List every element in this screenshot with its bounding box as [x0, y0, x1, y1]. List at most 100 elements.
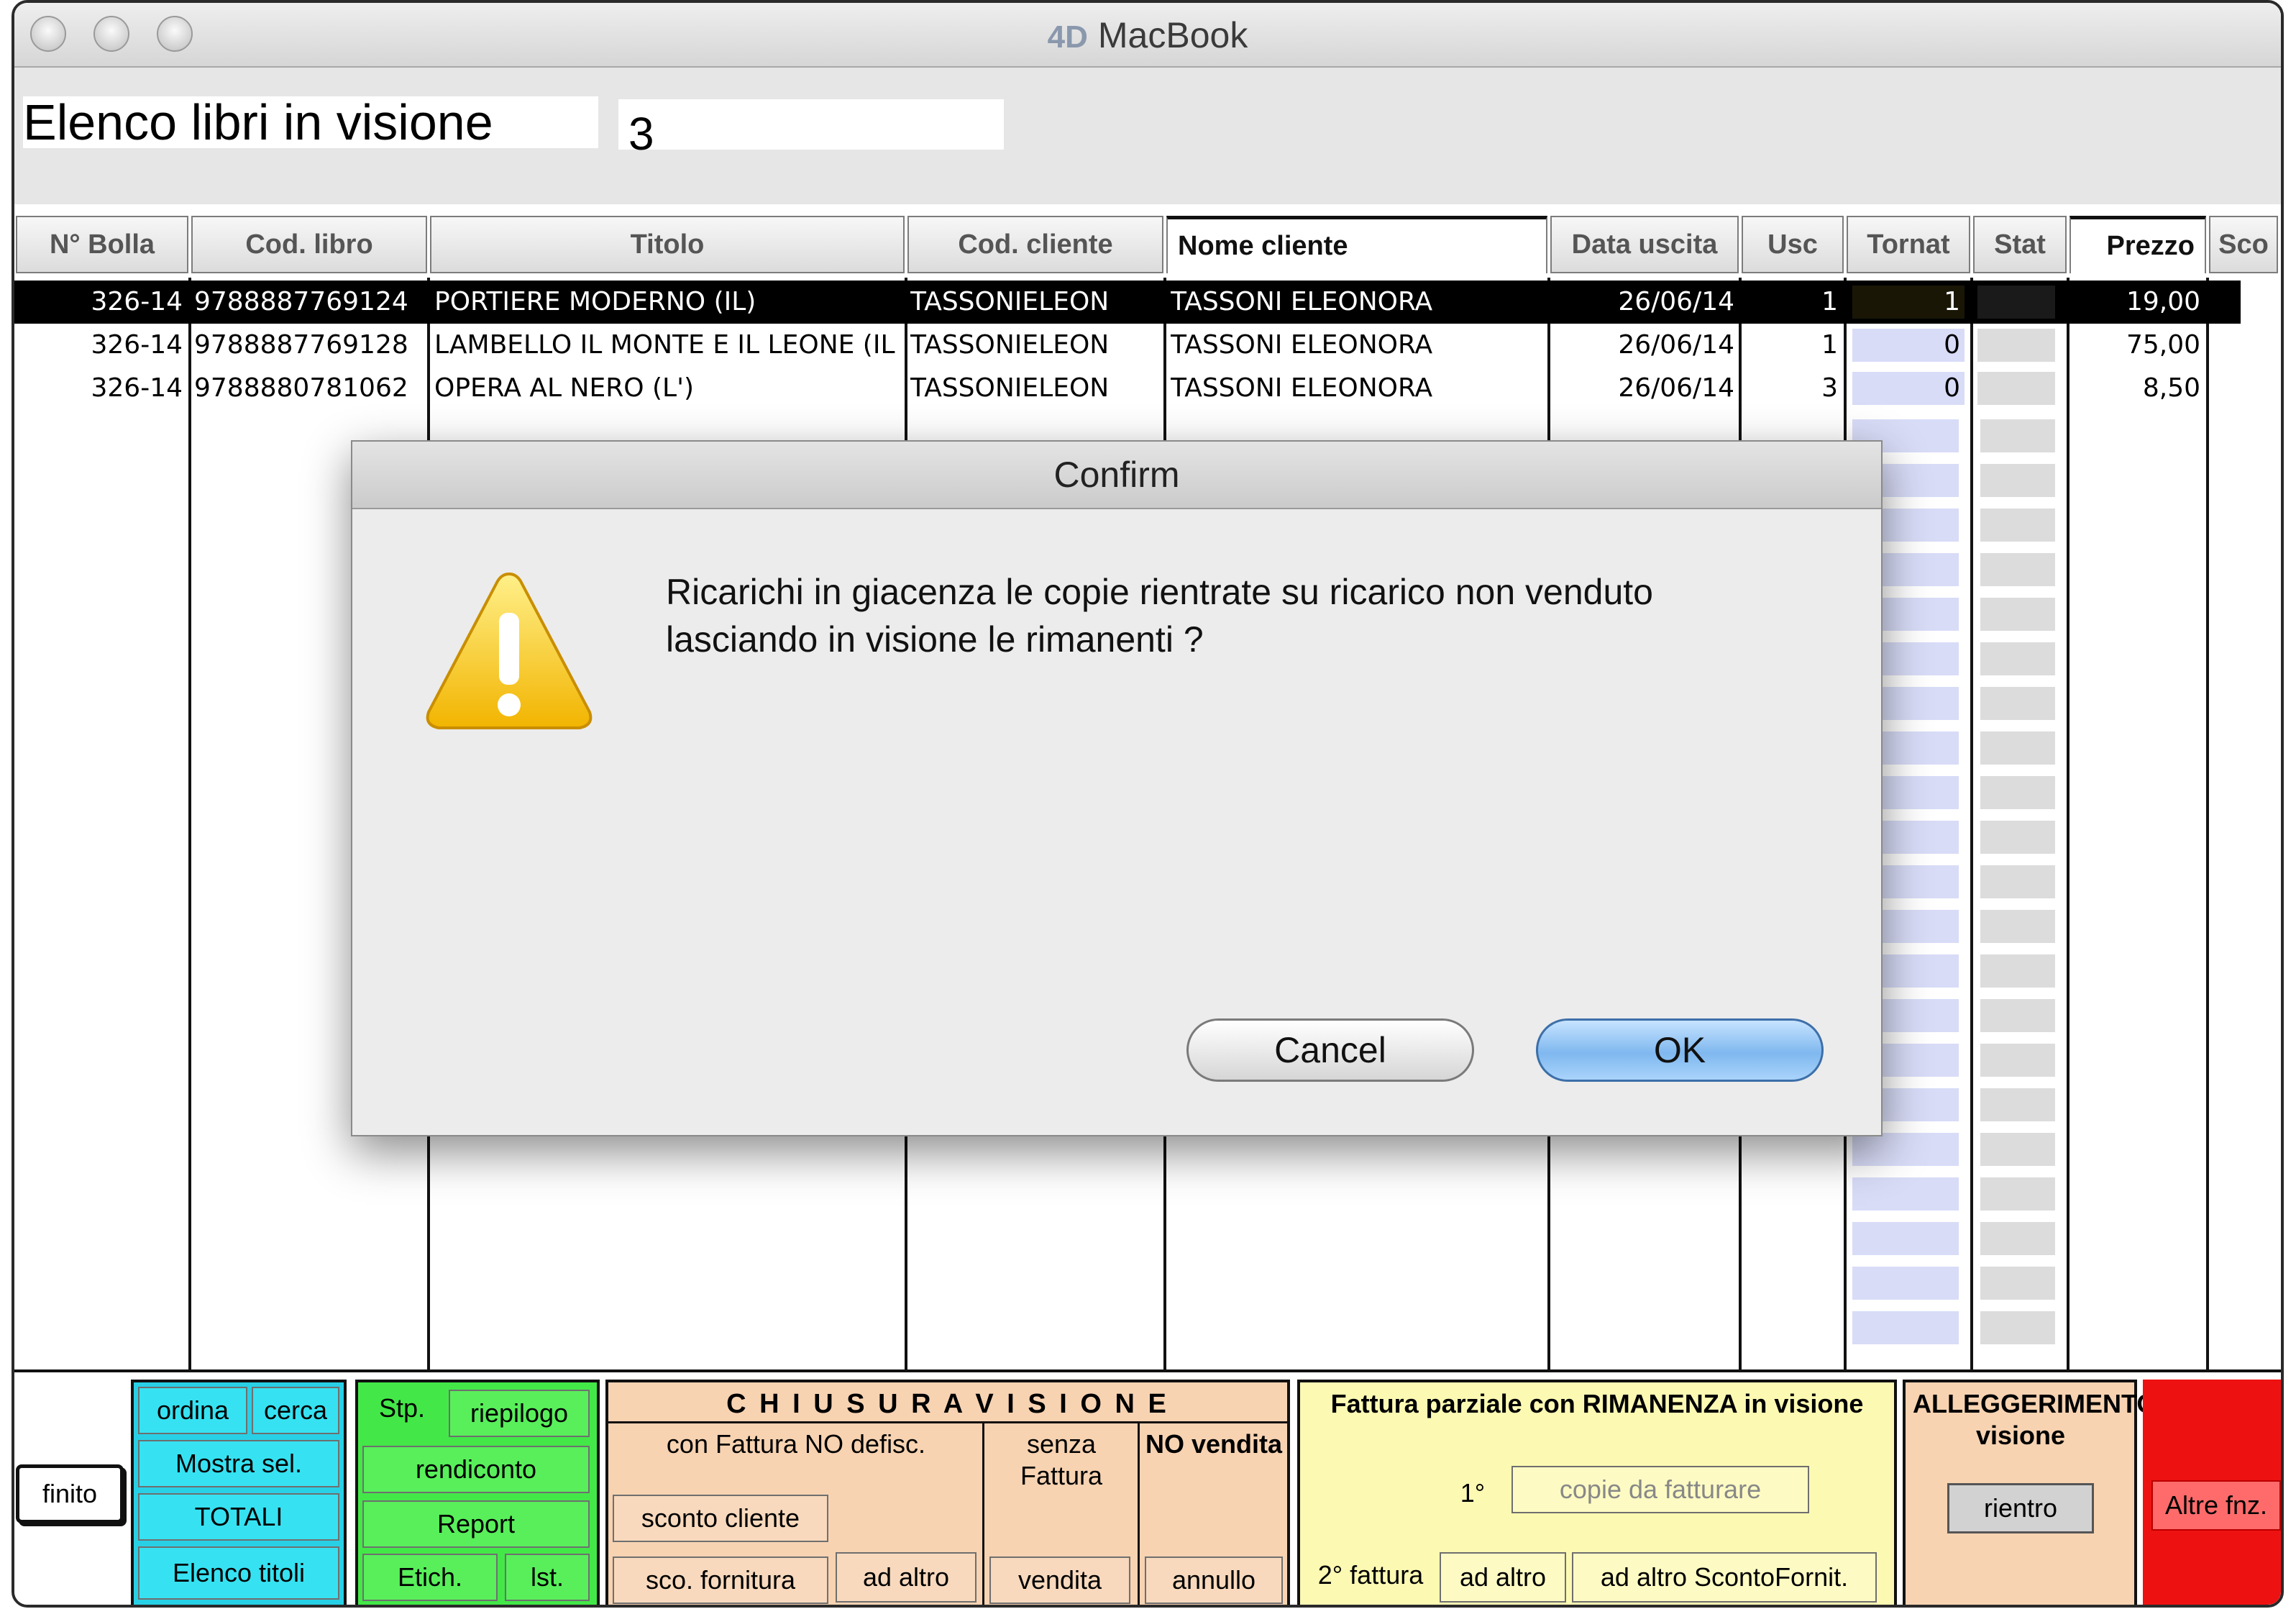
- ad-altro-sconto-fornit-button[interactable]: ad altro ScontoFornit.: [1572, 1552, 1877, 1603]
- copie-da-fatturare-field[interactable]: copie da fatturare: [1511, 1466, 1809, 1513]
- record-count-field[interactable]: 3: [618, 99, 1004, 160]
- stat-empty-field[interactable]: [1980, 731, 2055, 765]
- stat-empty-field[interactable]: [1980, 642, 2055, 675]
- totali-button[interactable]: TOTALI: [138, 1493, 339, 1541]
- table-row[interactable]: 326-14 9788887769124 PORTIERE MODERNO (I…: [14, 281, 2241, 324]
- stat-empty-field[interactable]: [1980, 553, 2055, 586]
- title-bar: 4D MacBook: [14, 3, 2281, 68]
- column-header-sco[interactable]: Sco: [2209, 216, 2278, 273]
- stat-empty-field[interactable]: [1980, 1311, 2055, 1344]
- alleggerimento-title: ALLEGGERIMENTO visione: [1913, 1389, 2157, 1450]
- stat-empty-field[interactable]: [1980, 464, 2055, 497]
- stat-empty-field[interactable]: [1980, 598, 2055, 631]
- stat-empty-field[interactable]: [1980, 954, 2055, 988]
- finito-button[interactable]: finito: [16, 1464, 124, 1523]
- cancel-button[interactable]: Cancel: [1186, 1018, 1474, 1082]
- column-header-cod-cliente[interactable]: Cod. cliente: [907, 216, 1163, 273]
- cell-data-uscita: 26/06/14: [1618, 287, 1734, 316]
- ad-altro-button[interactable]: ad altro: [836, 1552, 977, 1603]
- stat-empty-field[interactable]: [1980, 419, 2055, 452]
- column-header-bolla[interactable]: N° Bolla: [16, 216, 188, 273]
- cell-cod-cliente: TASSONIELEON: [910, 330, 1110, 360]
- elenco-titoli-button[interactable]: Elenco titoli: [138, 1546, 339, 1600]
- table-row[interactable]: 326-14 9788880781062 OPERA AL NERO (L') …: [14, 367, 2241, 410]
- tornat-empty-field[interactable]: [1852, 1222, 1959, 1255]
- column-header-data-uscita[interactable]: Data uscita: [1550, 216, 1739, 273]
- app-logo-icon: 4D: [1047, 19, 1088, 55]
- dialog-title: Confirm: [352, 442, 1881, 509]
- column-header-prezzo[interactable]: Prezzo: [2069, 216, 2206, 273]
- stat-empty-field[interactable]: [1980, 509, 2055, 542]
- sconto-cliente-button[interactable]: sconto cliente: [613, 1495, 828, 1542]
- stat-empty-field[interactable]: [1980, 776, 2055, 809]
- second-fattura-label: 2° fattura: [1317, 1560, 1424, 1590]
- cell-cod-libro: 9788887769124: [194, 287, 408, 316]
- cell-stat[interactable]: [1977, 372, 2055, 405]
- stat-empty-field[interactable]: [1980, 1267, 2055, 1300]
- cell-prezzo: 75,00: [2126, 330, 2200, 360]
- window-title: 4D MacBook: [14, 14, 2281, 56]
- column-header-stat[interactable]: Stat: [1973, 216, 2067, 273]
- bottom-toolbar: finito ordina cerca Mostra sel. TOTALI E…: [14, 1369, 2281, 1605]
- stat-empty-field[interactable]: [1980, 1222, 2055, 1255]
- list-header: Elenco libri in visione 3: [14, 68, 2281, 204]
- cell-titolo: LAMBELLO IL MONTE E IL LEONE (IL: [434, 330, 895, 360]
- stat-empty-field[interactable]: [1980, 1044, 2055, 1077]
- senza-fattura-label: senza Fattura: [1020, 1429, 1103, 1490]
- cell-tornat-input[interactable]: 0: [1852, 372, 1965, 405]
- stat-empty-field[interactable]: [1980, 1088, 2055, 1121]
- stat-empty-field[interactable]: [1980, 999, 2055, 1032]
- riepilogo-button[interactable]: riepilogo: [449, 1390, 590, 1437]
- altre-funzioni-group: Altre fnz.: [2143, 1380, 2281, 1605]
- cell-tornat-input[interactable]: 1: [1852, 286, 1965, 319]
- cell-tornat-input[interactable]: 0: [1852, 329, 1965, 362]
- stat-empty-field[interactable]: [1980, 821, 2055, 854]
- sco-fornitura-button[interactable]: sco. fornitura: [613, 1556, 828, 1604]
- tornat-empty-field[interactable]: [1852, 1133, 1959, 1166]
- annullo-button[interactable]: annullo: [1145, 1556, 1283, 1604]
- column-header-titolo[interactable]: Titolo: [430, 216, 905, 273]
- etichette-button[interactable]: Etich.: [362, 1554, 498, 1601]
- dialog-message: Ricarichi in giacenza le copie rientrate…: [666, 568, 1744, 663]
- lst-button[interactable]: lst.: [505, 1554, 590, 1601]
- con-fattura-label: con Fattura NO defisc.: [666, 1429, 926, 1459]
- table-row[interactable]: 326-14 9788887769128 LAMBELLO IL MONTE E…: [14, 324, 2241, 367]
- stat-empty-field[interactable]: [1980, 1177, 2055, 1211]
- cerca-button[interactable]: cerca: [252, 1387, 339, 1434]
- rendiconto-button[interactable]: rendiconto: [362, 1446, 590, 1493]
- cell-stat[interactable]: [1977, 329, 2055, 362]
- tornat-empty-field[interactable]: [1852, 1177, 1959, 1211]
- dialog-message-line: Ricarichi in giacenza le copie rientrate…: [666, 572, 1653, 612]
- column-header-cod-libro[interactable]: Cod. libro: [191, 216, 427, 273]
- stat-empty-field[interactable]: [1980, 687, 2055, 720]
- cell-bolla: 326-14: [91, 330, 183, 360]
- column-header-tornat[interactable]: Tornat: [1847, 216, 1970, 273]
- column-header-usc[interactable]: Usc: [1742, 216, 1844, 273]
- cell-cod-cliente: TASSONIELEON: [910, 287, 1110, 316]
- mostra-sel-button[interactable]: Mostra sel.: [138, 1440, 339, 1487]
- vendita-button[interactable]: vendita: [989, 1556, 1130, 1604]
- tornat-empty-field[interactable]: [1852, 1311, 1959, 1344]
- cell-prezzo: 19,00: [2126, 287, 2200, 316]
- cell-titolo: OPERA AL NERO (L'): [434, 373, 695, 403]
- column-divider: [188, 278, 191, 1369]
- cell-stat[interactable]: [1977, 286, 2055, 319]
- chiusura-visione-title: C H I U S U R A V I S I O N E: [608, 1388, 1287, 1423]
- altre-funzioni-button[interactable]: Altre fnz.: [2151, 1480, 2281, 1531]
- cell-usc: 3: [1821, 373, 1838, 403]
- stat-empty-field[interactable]: [1980, 865, 2055, 898]
- report-button[interactable]: Report: [362, 1500, 590, 1548]
- ad-altro-fattura-button[interactable]: ad altro: [1440, 1552, 1566, 1603]
- page-title: Elenco libri in visione: [23, 96, 598, 148]
- ordina-button[interactable]: ordina: [138, 1387, 247, 1434]
- alleggerimento-group: ALLEGGERIMENTO visione rientro: [1903, 1380, 2157, 1605]
- ok-button[interactable]: OK: [1536, 1018, 1824, 1082]
- column-header-nome-cliente[interactable]: Nome cliente: [1166, 216, 1547, 273]
- stat-empty-field[interactable]: [1980, 910, 2055, 943]
- rientro-button[interactable]: rientro: [1947, 1483, 2094, 1533]
- cell-cod-cliente: TASSONIELEON: [910, 373, 1110, 403]
- tornat-empty-field[interactable]: [1852, 1267, 1959, 1300]
- dialog-message-line: lasciando in visione le rimanenti ?: [666, 619, 1204, 660]
- stat-empty-field[interactable]: [1980, 1133, 2055, 1166]
- no-vendita-label: NO vendita: [1145, 1429, 1283, 1459]
